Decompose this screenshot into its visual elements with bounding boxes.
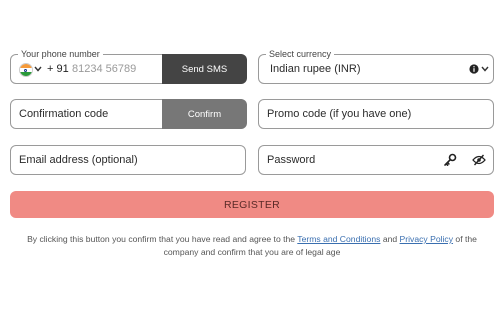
- promo-code-field[interactable]: Promo code (if you have one): [258, 99, 494, 129]
- eye-off-icon[interactable]: [472, 154, 486, 166]
- phone-field: Your phone number + 91 81234 56789 Send …: [10, 48, 247, 84]
- india-flag-icon[interactable]: [19, 63, 33, 77]
- confirm-button[interactable]: Confirm: [162, 99, 247, 129]
- terms-notice: By clicking this button you confirm that…: [10, 233, 494, 259]
- phone-input[interactable]: 81234 56789: [72, 63, 136, 75]
- confirmation-code-field: Confirmation code Confirm: [10, 99, 247, 129]
- password-field[interactable]: Password: [258, 145, 494, 175]
- phone-legend: Your phone number: [18, 48, 103, 60]
- currency-select[interactable]: Select currency Indian rupee (INR): [258, 48, 494, 84]
- terms-and: and: [382, 234, 398, 244]
- send-sms-button[interactable]: Send SMS: [162, 54, 247, 84]
- privacy-policy-link[interactable]: Privacy Policy: [400, 234, 453, 244]
- confirmation-code-input[interactable]: Confirmation code: [19, 108, 108, 120]
- promo-code-input[interactable]: Promo code (if you have one): [267, 108, 411, 120]
- password-input[interactable]: Password: [267, 154, 315, 166]
- register-button[interactable]: REGISTER: [10, 191, 494, 218]
- key-icon[interactable]: [443, 153, 457, 167]
- country-code: + 91: [47, 63, 69, 75]
- email-field[interactable]: Email address (optional): [10, 145, 246, 175]
- email-input[interactable]: Email address (optional): [19, 154, 138, 166]
- terms-and-conditions-link[interactable]: Terms and Conditions: [297, 234, 380, 244]
- info-icon[interactable]: [469, 64, 479, 74]
- terms-prefix: By clicking this button you confirm that…: [27, 234, 296, 244]
- currency-legend: Select currency: [266, 48, 335, 60]
- chevron-down-icon[interactable]: [481, 66, 489, 72]
- chevron-down-icon[interactable]: [34, 66, 42, 72]
- currency-value: Indian rupee (INR): [270, 63, 361, 75]
